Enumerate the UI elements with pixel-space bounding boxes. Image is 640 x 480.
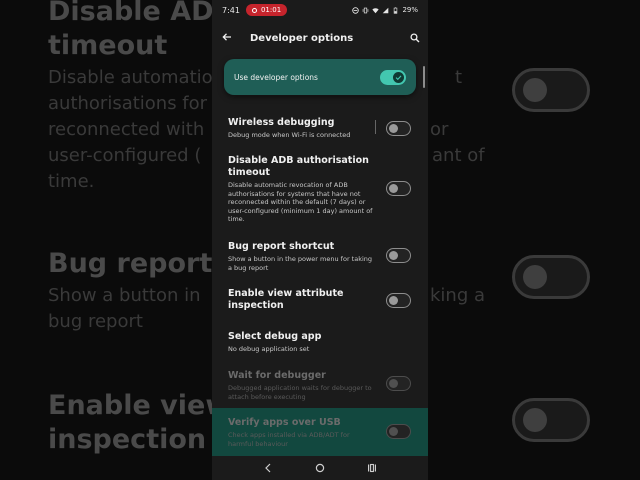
navigation-bar bbox=[212, 456, 428, 480]
setting-description: Show a button in the power menu for taki… bbox=[228, 255, 373, 272]
setting-verify-apps-usb: Verify apps over USB Check apps installe… bbox=[228, 417, 418, 448]
bg-title-line: Enable view bbox=[48, 390, 231, 421]
nav-home-button[interactable] bbox=[310, 463, 330, 473]
bg-desc-line: t bbox=[455, 67, 463, 88]
setting-description: Debug mode when Wi-Fi is connected bbox=[228, 131, 351, 139]
bg-title-line: Disable ADB bbox=[48, 0, 235, 27]
status-time: 7:41 bbox=[222, 5, 240, 15]
status-bar: 7:41 01:01 29% bbox=[212, 0, 428, 20]
search-button[interactable] bbox=[402, 33, 428, 43]
bg-desc-line: user-configured ( bbox=[48, 145, 202, 166]
screen-recording-indicator[interactable]: 01:01 bbox=[245, 4, 288, 16]
setting-title: Bug report shortcut bbox=[228, 241, 335, 252]
search-icon bbox=[410, 33, 420, 43]
master-toggle[interactable] bbox=[380, 69, 406, 85]
setting-title: Verify apps over USB bbox=[228, 417, 341, 428]
recording-time: 01:01 bbox=[260, 6, 282, 14]
bg-desc-line: reconnected with bbox=[48, 119, 205, 140]
bg-toggle bbox=[512, 68, 590, 112]
bg-desc-line: ant of bbox=[432, 145, 485, 166]
bg-toggle bbox=[512, 255, 590, 299]
setting-description: Disable automatic revocation of ADB auth… bbox=[228, 181, 373, 223]
scrollbar[interactable] bbox=[423, 66, 425, 88]
nav-home-icon bbox=[315, 463, 325, 473]
wifi-icon bbox=[372, 7, 380, 13]
phone-screen: 7:41 01:01 29% Developer options authori… bbox=[212, 0, 428, 480]
wait-debugger-toggle bbox=[386, 376, 411, 391]
master-switch-label: Use developer options bbox=[234, 72, 318, 82]
setting-title: Wireless debugging bbox=[228, 117, 335, 128]
battery-level: 29% bbox=[402, 6, 418, 14]
nav-back-button[interactable] bbox=[258, 463, 278, 473]
bg-title-line: inspection bbox=[48, 424, 207, 455]
bg-desc-line: time. bbox=[48, 171, 95, 192]
record-icon bbox=[251, 7, 257, 13]
use-developer-options-switch[interactable]: Use developer options bbox=[224, 59, 416, 95]
bg-desc-line: Disable automatio bbox=[48, 67, 213, 88]
setting-description: Check apps installed via ADB/ADT for har… bbox=[228, 431, 350, 448]
setting-description: No debug application set bbox=[228, 345, 310, 353]
status-icons: 29% bbox=[352, 6, 418, 14]
setting-description: Debugged application waits for debugger … bbox=[228, 384, 372, 401]
battery-icon bbox=[394, 6, 398, 14]
setting-disable-adb-timeout[interactable]: Disable ADB authorisation timeout Disabl… bbox=[228, 155, 418, 224]
bug-report-toggle[interactable] bbox=[386, 248, 411, 263]
dnd-icon bbox=[352, 6, 360, 14]
divider bbox=[375, 120, 376, 134]
nav-recents-icon bbox=[368, 463, 376, 473]
arrow-back-icon bbox=[222, 33, 231, 41]
page-title: Developer options bbox=[250, 32, 354, 44]
adb-timeout-toggle[interactable] bbox=[386, 181, 411, 196]
setting-title: Wait for debugger bbox=[228, 370, 326, 381]
view-attribute-toggle[interactable] bbox=[386, 293, 411, 308]
bg-desc-line: bug report bbox=[48, 311, 143, 332]
setting-title: Select debug app bbox=[228, 331, 322, 342]
setting-title: Disable ADB authorisation timeout bbox=[228, 155, 369, 178]
setting-wait-for-debugger: Wait for debugger Debugged application w… bbox=[228, 370, 418, 401]
verify-apps-toggle bbox=[386, 424, 411, 439]
bg-desc-line: authorisations for bbox=[48, 93, 208, 114]
bg-title-line: timeout bbox=[48, 30, 168, 61]
vibrate-icon bbox=[363, 7, 369, 13]
setting-bug-report-shortcut[interactable]: Bug report shortcut Show a button in the… bbox=[228, 241, 418, 272]
signal-icon bbox=[383, 7, 389, 13]
wireless-debugging-toggle[interactable] bbox=[386, 121, 411, 136]
app-bar: Developer options bbox=[212, 24, 428, 52]
setting-view-attribute-inspection[interactable]: Enable view attribute inspection bbox=[228, 288, 418, 312]
bg-desc-line: king a bbox=[430, 285, 486, 306]
check-icon bbox=[393, 71, 404, 83]
back-button[interactable] bbox=[212, 31, 242, 45]
bg-toggle bbox=[512, 398, 590, 442]
setting-select-debug-app[interactable]: Select debug app No debug application se… bbox=[228, 331, 418, 354]
setting-wireless-debugging[interactable]: Wireless debugging Debug mode when Wi-Fi… bbox=[228, 117, 418, 140]
nav-back-icon bbox=[265, 463, 271, 473]
bg-desc-line: Show a button in bbox=[48, 285, 201, 306]
bg-desc-line: or bbox=[430, 119, 449, 140]
bg-title-line: Bug report bbox=[48, 248, 213, 279]
setting-title: Enable view attribute inspection bbox=[228, 288, 344, 311]
nav-recents-button[interactable] bbox=[362, 463, 382, 473]
